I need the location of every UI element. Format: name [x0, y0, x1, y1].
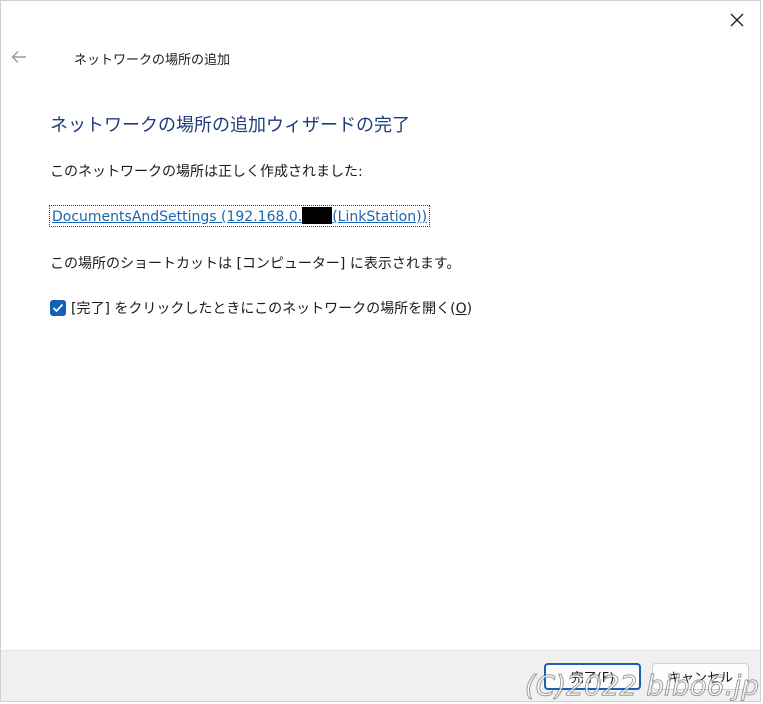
wizard-heading: ネットワークの場所の追加ウィザードの完了: [50, 115, 410, 136]
back-button[interactable]: [7, 45, 31, 69]
redacted-block: [302, 207, 333, 224]
network-location-link[interactable]: DocumentsAndSettings (192.168.0. (LinkSta…: [49, 205, 431, 227]
finish-button[interactable]: 完了(F): [544, 663, 641, 690]
cancel-button[interactable]: キャンセル: [652, 663, 749, 690]
open-location-checkbox[interactable]: [50, 300, 66, 316]
location-link-suffix: (LinkStation)): [332, 209, 428, 225]
success-message: このネットワークの場所は正しく作成されました:: [50, 164, 363, 180]
window-title: ネットワークの場所の追加: [74, 53, 231, 68]
arrow-left-icon: [11, 51, 26, 63]
wizard-window: ネットワークの場所の追加 ネットワークの場所の追加ウィザードの完了 このネットワ…: [0, 0, 761, 702]
access-key-o: O: [455, 301, 467, 317]
close-icon: [730, 13, 744, 27]
wizard-footer: 完了(F) キャンセル: [1, 650, 760, 701]
checkmark-icon: [52, 303, 64, 313]
close-button[interactable]: [722, 5, 752, 35]
open-location-checkbox-row[interactable]: [完了] をクリックしたときにこのネットワークの場所を開く(O): [50, 298, 472, 318]
shortcut-message: この場所のショートカットは [コンピューター] に表示されます。: [50, 256, 461, 272]
location-link-prefix: DocumentsAndSettings (192.168.0.: [52, 209, 303, 225]
open-location-label: [完了] をクリックしたときにこのネットワークの場所を開く(O): [71, 301, 473, 317]
